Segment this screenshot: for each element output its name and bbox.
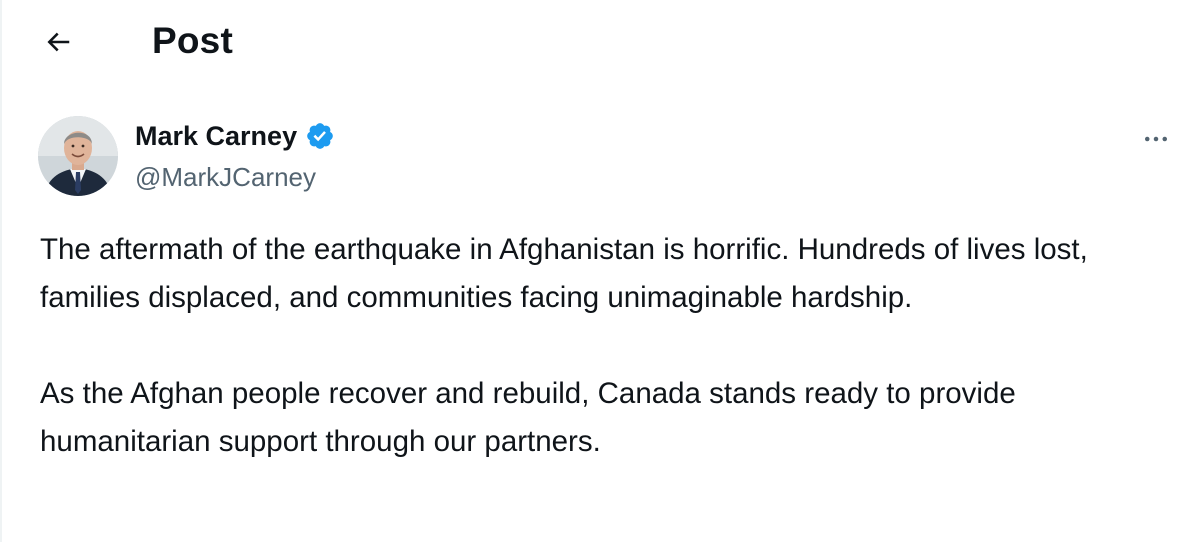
avatar-image bbox=[38, 116, 118, 196]
post-page: Post Mark Carney @MarkJCarney The afterm… bbox=[0, 0, 1200, 542]
arrow-left-icon bbox=[47, 32, 70, 52]
page-header: Post bbox=[2, 0, 1200, 84]
post-paragraph: The aftermath of the earthquake in Afgha… bbox=[40, 233, 1088, 314]
back-button[interactable] bbox=[36, 20, 80, 64]
avatar[interactable] bbox=[38, 116, 118, 196]
post-author: Mark Carney @MarkJCarney bbox=[38, 116, 1168, 200]
verified-badge-icon bbox=[307, 123, 333, 149]
page-title: Post bbox=[152, 20, 233, 61]
author-handle[interactable]: @MarkJCarney bbox=[135, 160, 316, 194]
post-body: The aftermath of the earthquake in Afgha… bbox=[40, 226, 1180, 466]
author-name-row: Mark Carney bbox=[135, 116, 335, 156]
more-options-button[interactable] bbox=[1134, 122, 1178, 156]
more-horizontal-icon bbox=[1145, 136, 1167, 142]
author-display-name[interactable]: Mark Carney bbox=[135, 118, 297, 154]
post-paragraph: As the Afghan people recover and rebuild… bbox=[40, 377, 1016, 458]
